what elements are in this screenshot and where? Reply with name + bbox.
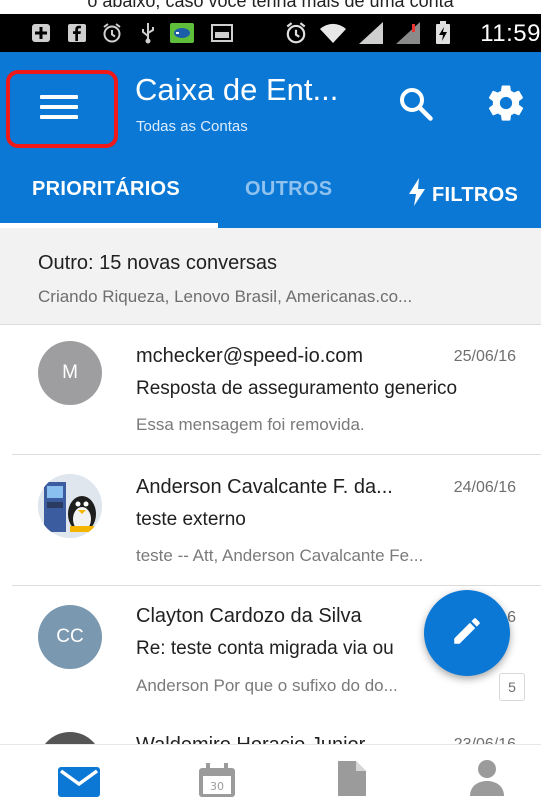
calendar-day: 30 <box>210 780 224 793</box>
facebook-icon <box>66 21 88 45</box>
message-preview: Anderson Por que o sufixo do do... <box>136 676 398 695</box>
mail-icon[interactable] <box>58 767 100 802</box>
message-preview: Essa mensagem foi removida. <box>136 415 365 434</box>
avatar: CC <box>38 605 102 669</box>
divider <box>12 585 541 586</box>
wifi-icon <box>318 21 348 45</box>
status-time: 11:59 <box>480 20 541 47</box>
banner-title: Outro: 15 novas conversas <box>38 252 278 274</box>
plus-square-icon <box>30 21 52 45</box>
status-bar: 11:59 <box>0 14 541 52</box>
game-icon <box>168 21 196 45</box>
hamburger-menu-icon[interactable] <box>40 92 78 122</box>
message-preview: teste -- Att, Anderson Cavalcante Fe... <box>136 546 424 565</box>
inbox-tabs: PRIORITÁRIOS OUTROS FILTROS <box>0 170 541 228</box>
account-subtitle: Todas as Contas <box>136 118 248 135</box>
message-date: 25/06/16 <box>453 348 516 365</box>
message-sender: mchecker@speed-io.com <box>136 345 364 367</box>
avatar <box>38 732 102 744</box>
file-icon[interactable] <box>338 761 366 801</box>
message-subject: teste externo <box>136 509 246 530</box>
message-date: 24/06/16 <box>453 479 516 496</box>
message-sender: Anderson Cavalcante F. da... <box>136 476 393 498</box>
page-title: Caixa de Ent... <box>135 72 339 107</box>
tab-other[interactable]: OUTROS <box>245 178 332 201</box>
signal-icon <box>356 21 386 45</box>
pencil-icon <box>450 614 484 653</box>
other-inbox-banner[interactable]: Outro: 15 novas conversas Criando Riquez… <box>0 228 541 325</box>
gear-icon[interactable] <box>485 82 527 124</box>
battery-charging-icon <box>433 21 453 45</box>
filters-label: FILTROS <box>432 183 519 206</box>
usb-icon <box>137 21 159 45</box>
message-sender: Waldemiro Horacio Junior <box>136 734 365 744</box>
message-subject: Re: teste conta migrada via ou <box>136 638 394 659</box>
tab-filters[interactable]: FILTROS <box>408 178 518 212</box>
message-subject: Resposta de asseguramento generico <box>136 378 458 399</box>
banner-senders: Criando Riqueza, Lenovo Brasil, American… <box>38 287 413 306</box>
message-row[interactable]: Anderson Cavalcante F. da... 24/06/16 te… <box>0 456 541 586</box>
caption-text: o abaixo, caso você tenha mais de uma co… <box>87 0 454 11</box>
message-row[interactable]: M mchecker@speed-io.com 25/06/16 Respost… <box>0 325 541 455</box>
message-date: 23/06/16 <box>454 736 516 744</box>
cropped-caption: o abaixo, caso você tenha mais de uma co… <box>0 0 541 14</box>
divider <box>12 454 541 455</box>
tab-focused[interactable]: PRIORITÁRIOS <box>32 178 180 201</box>
bottom-navigation: 30 <box>0 744 541 797</box>
avatar: M <box>38 341 102 405</box>
alarm-icon <box>100 21 124 45</box>
compose-button[interactable] <box>424 590 510 676</box>
alarm-icon <box>283 21 309 45</box>
message-row[interactable]: Waldemiro Horacio Junior 23/06/16 <box>0 716 541 744</box>
calendar-icon[interactable]: 30 <box>198 763 236 802</box>
signal-icon <box>393 21 423 45</box>
search-icon[interactable] <box>398 86 434 122</box>
image-icon <box>210 21 234 45</box>
message-sender: Clayton Cardozo da Silva <box>136 605 362 627</box>
thread-count-badge: 5 <box>499 673 525 701</box>
avatar <box>38 474 102 538</box>
lightning-icon <box>408 178 426 212</box>
